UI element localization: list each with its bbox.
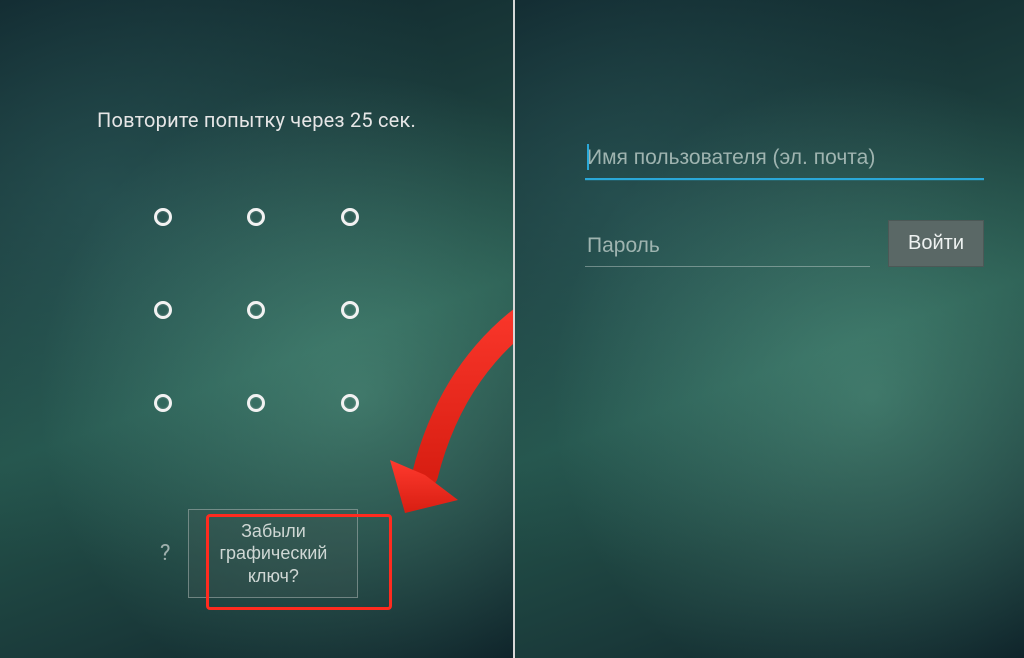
username-row [585, 140, 984, 180]
pattern-dot[interactable] [341, 394, 359, 412]
lockscreen-pattern-panel: Повторите попытку через 25 сек. ? Забыли… [0, 0, 513, 658]
password-row: Войти [585, 220, 984, 267]
help-icon: ? [160, 541, 170, 566]
text-cursor-icon [587, 144, 589, 170]
pattern-dot[interactable] [154, 208, 172, 226]
forgot-pattern-button[interactable]: Забыли графический ключ? [188, 509, 358, 599]
pattern-dot[interactable] [341, 301, 359, 319]
two-panel-container: Повторите попытку через 25 сек. ? Забыли… [0, 0, 1024, 658]
password-field[interactable] [585, 228, 870, 267]
pattern-grid[interactable] [117, 170, 397, 450]
retry-message: Повторите попытку через 25 сек. [0, 108, 513, 132]
pattern-dot[interactable] [341, 208, 359, 226]
login-form: Войти [585, 140, 984, 307]
pattern-dot[interactable] [154, 301, 172, 319]
pattern-dot[interactable] [247, 394, 265, 412]
google-login-panel: Войти [513, 0, 1024, 658]
forgot-row: ? Забыли графический ключ? [160, 509, 358, 599]
login-button[interactable]: Войти [888, 220, 984, 267]
pattern-dot[interactable] [247, 208, 265, 226]
pattern-dot[interactable] [154, 394, 172, 412]
username-field[interactable] [585, 140, 984, 180]
pattern-dot[interactable] [247, 301, 265, 319]
